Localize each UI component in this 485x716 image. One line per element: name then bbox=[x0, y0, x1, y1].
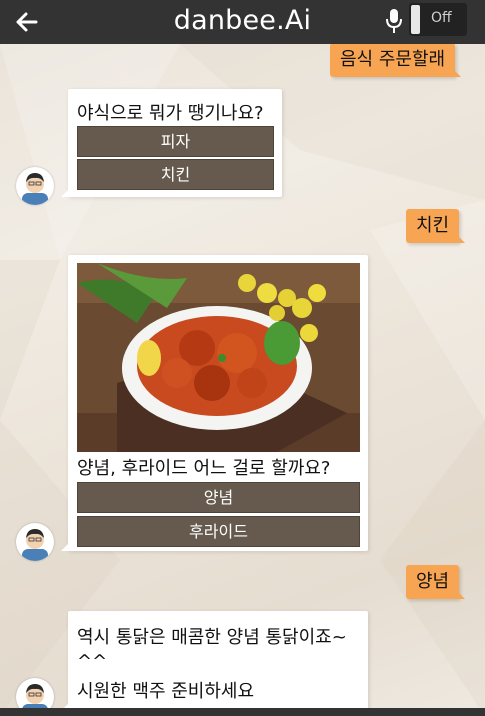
voice-toggle[interactable]: Off bbox=[409, 3, 467, 36]
user-message-text: 치킨 bbox=[416, 215, 450, 236]
toggle-label: Off bbox=[431, 10, 452, 26]
toggle-knob bbox=[411, 5, 420, 34]
user-message-bubble: 음식 주문할래 bbox=[330, 43, 462, 77]
choice-button-fried[interactable]: 후라이드 bbox=[77, 516, 360, 547]
choice-button-yangnyeom[interactable]: 양념 bbox=[77, 482, 360, 513]
bottom-bar bbox=[0, 708, 485, 716]
bot-message-line: 시원한 맥주 준비하세요 bbox=[77, 681, 255, 702]
bot-avatar-face-icon bbox=[22, 529, 48, 561]
microphone-button[interactable] bbox=[384, 7, 404, 35]
choice-button-chicken[interactable]: 치킨 bbox=[77, 159, 274, 190]
user-message-bubble: 치킨 bbox=[406, 209, 466, 243]
bot-avatar-face-icon bbox=[22, 173, 48, 205]
app-header: danbee.Ai Off bbox=[0, 0, 485, 44]
bot-avatar bbox=[16, 523, 54, 561]
bot-message-card: 야식으로 뭐가 땡기나요? 피자 치킨 bbox=[61, 89, 282, 197]
user-message-bubble: 양념 bbox=[406, 565, 466, 599]
fried-chicken-photo bbox=[77, 263, 360, 452]
choice-button-pizza[interactable]: 피자 bbox=[77, 126, 274, 157]
bot-message-line: 역시 통닭은 매콤한 양념 통닭이죠~ bbox=[77, 627, 347, 648]
bot-message-card: 양념, 후라이드 어느 걸로 할까요? 양념 후라이드 bbox=[61, 255, 368, 551]
bot-message-line: ^^ bbox=[77, 651, 108, 672]
user-message-text: 양념 bbox=[416, 571, 450, 592]
bot-avatar bbox=[16, 167, 54, 205]
bot-message-text: 양념, 후라이드 어느 걸로 할까요? bbox=[77, 458, 331, 479]
bot-message-card: 역시 통닭은 매콤한 양념 통닭이죠~ ^^ 시원한 맥주 준비하세요 bbox=[61, 611, 368, 711]
microphone-icon bbox=[386, 9, 402, 33]
user-message-text: 음식 주문할래 bbox=[340, 49, 446, 70]
bot-message-text: 야식으로 뭐가 땡기나요? bbox=[77, 103, 264, 124]
